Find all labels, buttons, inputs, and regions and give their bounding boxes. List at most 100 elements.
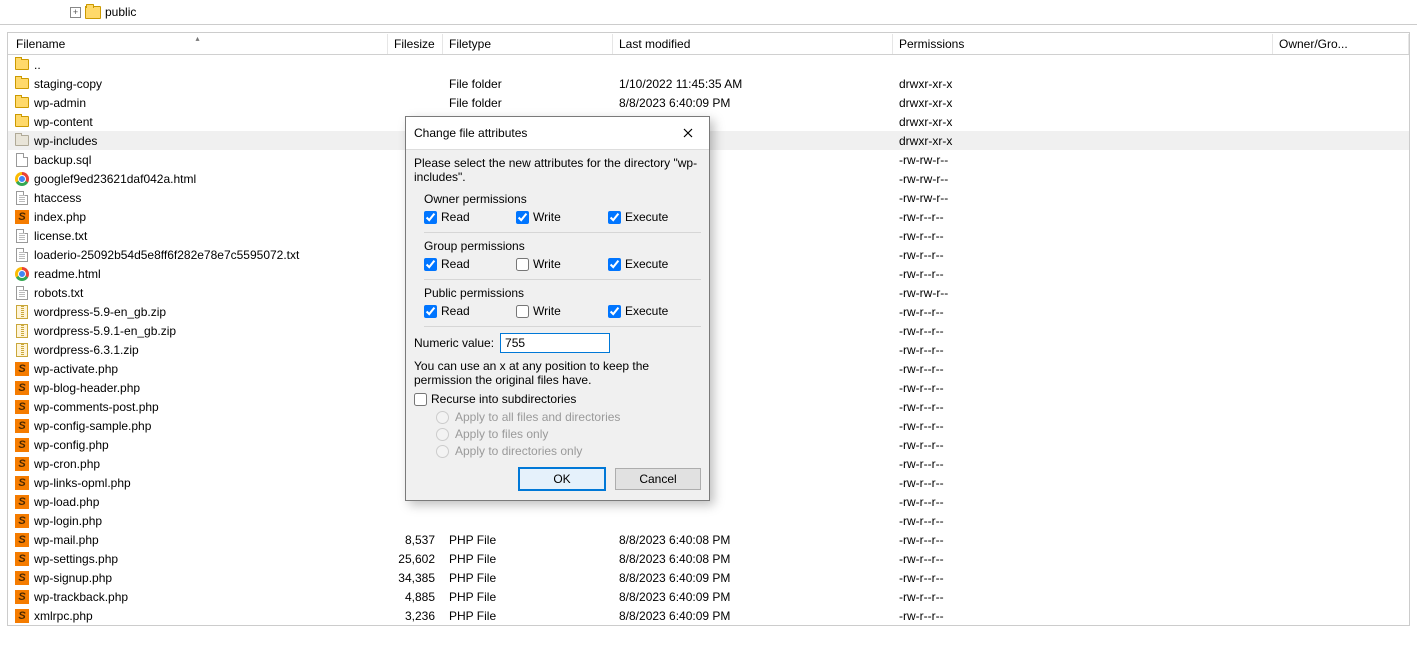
file-perm: -rw-r--r-- [893, 513, 1273, 529]
group-execute-checkbox[interactable]: Execute [608, 257, 700, 271]
recurse-checkbox[interactable]: Recurse into subdirectories [414, 392, 701, 406]
file-perm: -rw-r--r-- [893, 456, 1273, 472]
file-perm: -rw-r--r-- [893, 551, 1273, 567]
file-size: 4,885 [388, 589, 443, 605]
public-perm-label: Public permissions [424, 286, 701, 300]
file-name: wordpress-6.3.1.zip [34, 343, 139, 357]
file-name: wp-comments-post.php [34, 400, 159, 414]
public-execute-checkbox[interactable]: Execute [608, 304, 700, 318]
table-row[interactable]: Swp-login.php-rw-r--r-- [8, 511, 1409, 530]
group-read-checkbox[interactable]: Read [424, 257, 516, 271]
file-size [388, 83, 443, 85]
file-name: wp-content [34, 115, 93, 129]
chrome-icon [14, 266, 30, 282]
sort-asc-icon: ▴ [195, 34, 199, 43]
file-name: robots.txt [34, 286, 83, 300]
file-name: wp-includes [34, 134, 97, 148]
group-write-checkbox[interactable]: Write [516, 257, 608, 271]
file-perm: drwxr-xr-x [893, 114, 1273, 130]
file-owner [1273, 273, 1409, 275]
file-name: wp-signup.php [34, 571, 112, 585]
public-write-checkbox[interactable]: Write [516, 304, 608, 318]
table-row[interactable]: Swp-mail.php8,537PHP File8/8/2023 6:40:0… [8, 530, 1409, 549]
header-filesize[interactable]: Filesize [388, 34, 443, 54]
php-icon: S [14, 361, 30, 377]
file-type [443, 64, 613, 66]
header-ownergroup[interactable]: Owner/Gro... [1273, 34, 1409, 54]
file-name: googlef9ed23621daf042a.html [34, 172, 196, 186]
owner-write-checkbox[interactable]: Write [516, 210, 608, 224]
folder-muted-icon [14, 133, 30, 149]
file-perm: -rw-r--r-- [893, 437, 1273, 453]
file-perm: -rw-r--r-- [893, 589, 1273, 605]
file-lines-icon [14, 247, 30, 263]
header-lastmodified[interactable]: Last modified [613, 34, 893, 54]
file-owner [1273, 558, 1409, 560]
file-owner [1273, 330, 1409, 332]
file-perm: drwxr-xr-x [893, 76, 1273, 92]
file-perm: -rw-r--r-- [893, 380, 1273, 396]
file-name: wp-cron.php [34, 457, 100, 471]
file-size: 34,385 [388, 570, 443, 586]
numeric-value-input[interactable] [500, 333, 610, 353]
file-name: wp-activate.php [34, 362, 118, 376]
dialog-title-text: Change file attributes [414, 126, 527, 140]
file-size [388, 102, 443, 104]
file-perm: -rw-r--r-- [893, 228, 1273, 244]
file-size: 8,537 [388, 532, 443, 548]
file-name: wp-blog-header.php [34, 381, 140, 395]
file-owner [1273, 197, 1409, 199]
file-perm: -rw-r--r-- [893, 399, 1273, 415]
table-row[interactable]: Swp-settings.php25,602PHP File8/8/2023 6… [8, 549, 1409, 568]
owner-perm-label: Owner permissions [424, 192, 701, 206]
header-filetype[interactable]: Filetype [443, 34, 613, 54]
file-name: wp-load.php [34, 495, 99, 509]
apply-dirs-radio: Apply to directories only [436, 444, 701, 458]
file-perm: -rw-rw-r-- [893, 285, 1273, 301]
directory-tree-row[interactable]: + public [0, 0, 1417, 25]
file-owner [1273, 235, 1409, 237]
file-icon [14, 152, 30, 168]
php-icon: S [14, 589, 30, 605]
file-owner [1273, 368, 1409, 370]
cancel-button[interactable]: Cancel [615, 468, 701, 490]
table-row[interactable]: .. [8, 55, 1409, 74]
file-perm: -rw-rw-r-- [893, 171, 1273, 187]
php-icon: S [14, 494, 30, 510]
file-lines-icon [14, 228, 30, 244]
public-read-checkbox[interactable]: Read [424, 304, 516, 318]
table-row[interactable]: Sxmlrpc.php3,236PHP File8/8/2023 6:40:09… [8, 606, 1409, 625]
file-owner [1273, 539, 1409, 541]
file-perm: drwxr-xr-x [893, 95, 1273, 111]
expand-icon[interactable]: + [70, 7, 81, 18]
php-icon: S [14, 608, 30, 624]
numeric-value-label: Numeric value: [414, 336, 494, 350]
tree-folder-label: public [105, 5, 136, 19]
owner-execute-checkbox[interactable]: Execute [608, 210, 700, 224]
table-row[interactable]: Swp-signup.php34,385PHP File8/8/2023 6:4… [8, 568, 1409, 587]
owner-read-checkbox[interactable]: Read [424, 210, 516, 224]
dialog-titlebar[interactable]: Change file attributes [406, 117, 709, 150]
ok-button[interactable]: OK [519, 468, 605, 490]
file-owner [1273, 577, 1409, 579]
header-filename[interactable]: Filename▴ [8, 34, 388, 54]
file-date [613, 520, 893, 522]
file-perm: -rw-r--r-- [893, 570, 1273, 586]
file-owner [1273, 64, 1409, 66]
table-row[interactable]: wp-adminFile folder8/8/2023 6:40:09 PMdr… [8, 93, 1409, 112]
file-owner [1273, 292, 1409, 294]
file-owner [1273, 501, 1409, 503]
file-name: wp-settings.php [34, 552, 118, 566]
file-perm [893, 64, 1273, 66]
header-permissions[interactable]: Permissions [893, 34, 1273, 54]
table-row[interactable]: staging-copyFile folder1/10/2022 11:45:3… [8, 74, 1409, 93]
close-icon[interactable] [675, 123, 701, 143]
file-owner [1273, 387, 1409, 389]
php-icon: S [14, 209, 30, 225]
file-type: PHP File [443, 570, 613, 586]
table-row[interactable]: Swp-trackback.php4,885PHP File8/8/2023 6… [8, 587, 1409, 606]
folder-icon [14, 76, 30, 92]
file-owner [1273, 596, 1409, 598]
php-icon: S [14, 532, 30, 548]
file-owner [1273, 83, 1409, 85]
